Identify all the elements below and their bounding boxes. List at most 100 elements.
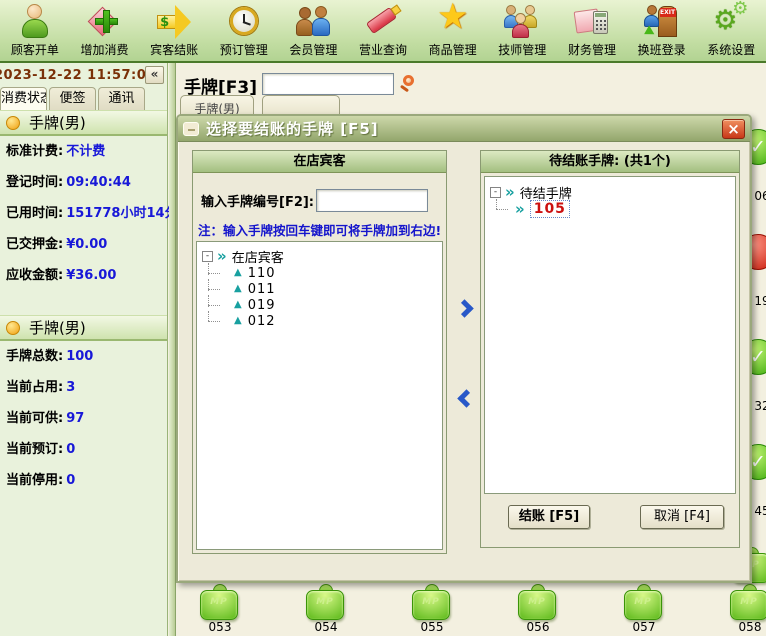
tag-grid-label: 058 (730, 620, 766, 634)
in-store-tree: - » 在店宾客 ▲110 ▲011 ▲019 ▲012 (196, 241, 443, 550)
hint-note: 注：输入手牌按回车键即可将手牌加到右边! (198, 220, 444, 239)
hand-tag-icon[interactable]: MP (306, 584, 346, 621)
tree-item-tag[interactable]: ▲012 (197, 313, 442, 329)
toolbar-label: 财务管理 (568, 41, 616, 58)
row-label: 当前停用: (6, 473, 63, 488)
panel-title: 手牌(男) (29, 112, 86, 133)
guest-checkout-icon: $ (155, 2, 193, 40)
toolbar-item-shift-login[interactable]: EXIT 换班登录 (627, 2, 697, 61)
up-arrow-icon: ▲ (234, 268, 242, 278)
toolbar-item-guest-checkout[interactable]: $ 宾客结账 (139, 2, 209, 61)
dialog-titlebar[interactable]: 选择要结账的手牌 [F5] × (178, 116, 750, 142)
orange-ball-icon (6, 116, 20, 130)
tag-number-input[interactable] (316, 189, 428, 212)
hand-tag-icon[interactable]: MP (624, 584, 664, 621)
move-left-icon[interactable] (457, 389, 475, 407)
row-value: 0 (66, 442, 75, 457)
search-icon[interactable] (400, 75, 420, 95)
shift-login-icon: EXIT (643, 2, 681, 40)
tag-grid-label: 057 (624, 620, 664, 634)
up-arrow-icon: ▲ (234, 300, 242, 310)
sidebar-divider[interactable] (169, 63, 176, 636)
tag-search-input[interactable] (262, 73, 394, 95)
row-value: ¥0.00 (66, 237, 107, 252)
panel-header-tag-male: 手牌(男) (0, 110, 167, 136)
tree-root-pending[interactable]: - » 待结手牌 (485, 183, 735, 201)
sidebar-tabs: 消费状态 便签 通讯 (0, 87, 167, 110)
tree-item-tag[interactable]: ▲011 (197, 281, 442, 297)
info-row: 当前预订:0 (0, 434, 167, 465)
settings-gears-icon: ⚙⚙ (712, 2, 750, 40)
settle-button[interactable]: 结账 [F5] (508, 505, 590, 529)
info-row: 标准计费:不计费 (0, 136, 167, 167)
toolbar-item-technician[interactable]: 技师管理 (487, 2, 557, 61)
hand-tag-icon[interactable]: MP (730, 584, 766, 621)
toolbar-item-settings[interactable]: ⚙⚙ 系统设置 (696, 2, 766, 61)
finance-icon (573, 2, 611, 40)
row-label: 当前预订: (6, 442, 63, 457)
window-icon (183, 122, 199, 136)
in-store-guests-panel: 在店宾客 输入手牌编号[F2]: 注：输入手牌按回车键即可将手牌加到右边! - … (192, 150, 447, 554)
up-arrow-icon: ▲ (234, 316, 242, 326)
toolbar-item-finance[interactable]: 财务管理 (557, 2, 627, 61)
technician-icon (503, 2, 541, 40)
tree-item-tag[interactable]: ▲110 (197, 265, 442, 281)
datetime-display: 2023-12-22 11:57:02 (0, 63, 167, 87)
row-label: 手牌总数: (6, 349, 63, 364)
tab-memo[interactable]: 便签 (49, 87, 96, 110)
toolbar-item-add-consume[interactable]: 增加消费 (70, 2, 140, 61)
hand-tag-icon[interactable]: MP (200, 584, 240, 621)
row-label: 已用时间: (6, 206, 63, 221)
tree-root-in-store[interactable]: - » 在店宾客 (197, 247, 442, 265)
info-row: 手牌总数:100 (0, 341, 167, 372)
product-icon: ★ (434, 2, 472, 40)
toolbar-item-product[interactable]: ★ 商品管理 (418, 2, 488, 61)
toolbar-label: 技师管理 (498, 41, 546, 58)
close-icon[interactable]: × (722, 119, 745, 139)
tree-root-label: 在店宾客 (232, 247, 284, 266)
row-value: 151778小时14分 (66, 206, 177, 221)
tree-item-selected-tag[interactable]: » 105 (485, 201, 735, 217)
pending-tree: - » 待结手牌 » 105 (484, 176, 736, 494)
sidebar: 2023-12-22 11:57:02 « 消费状态 便签 通讯 手牌(男) 标… (0, 63, 168, 636)
tab-message[interactable]: 通讯 (98, 87, 145, 110)
row-value: ¥36.00 (66, 268, 116, 283)
row-value: 0 (66, 473, 75, 488)
toolbar-item-reservation[interactable]: 预订管理 (209, 2, 279, 61)
toolbar-label: 预订管理 (220, 41, 268, 58)
tree-item-tag[interactable]: ▲019 (197, 297, 442, 313)
row-label: 当前可供: (6, 411, 63, 426)
row-label: 登记时间: (6, 175, 63, 190)
toolbar-item-customer-order[interactable]: 顾客开单 (0, 2, 70, 61)
tree-collapse-icon[interactable]: - (202, 251, 213, 262)
row-value: 3 (66, 380, 75, 395)
customer-order-icon (16, 2, 54, 40)
orange-ball-icon (6, 321, 20, 335)
tab-consume-status[interactable]: 消费状态 (0, 87, 47, 110)
tree-collapse-icon[interactable]: - (490, 187, 501, 198)
toolbar-item-business-query[interactable]: 营业查询 (348, 2, 418, 61)
info-row: 当前可供:97 (0, 403, 167, 434)
sidebar-collapse-button[interactable]: « (145, 66, 164, 84)
tag-grid-label: 053 (200, 620, 240, 634)
move-right-icon[interactable] (455, 299, 473, 317)
hand-tag-icon[interactable]: MP (518, 584, 558, 621)
row-value: 97 (66, 411, 84, 426)
reservation-icon (225, 2, 263, 40)
toolbar-item-member[interactable]: 会员管理 (279, 2, 349, 61)
toolbar-label: 系统设置 (707, 41, 755, 58)
tree-arrow-icon: » (515, 202, 525, 216)
hand-tag-icon[interactable]: MP (412, 584, 452, 621)
settle-dialog: 选择要结账的手牌 [F5] × 在店宾客 输入手牌编号[F2]: 注：输入手牌按… (176, 114, 752, 583)
toolbar-label: 增加消费 (80, 41, 128, 58)
dialog-title: 选择要结账的手牌 [F5] (206, 118, 722, 139)
row-label: 已交押金: (6, 237, 63, 252)
left-panel-header: 在店宾客 (193, 151, 446, 173)
info-row: 已用时间:151778小时14分 (0, 198, 167, 229)
tag-grid-label: 054 (306, 620, 346, 634)
row-value: 09:40:44 (66, 175, 131, 190)
cancel-button[interactable]: 取消 [F4] (640, 505, 724, 529)
toolbar-label: 商品管理 (429, 41, 477, 58)
selected-tag-number[interactable]: 105 (530, 200, 570, 218)
row-label: 应收金额: (6, 268, 63, 283)
